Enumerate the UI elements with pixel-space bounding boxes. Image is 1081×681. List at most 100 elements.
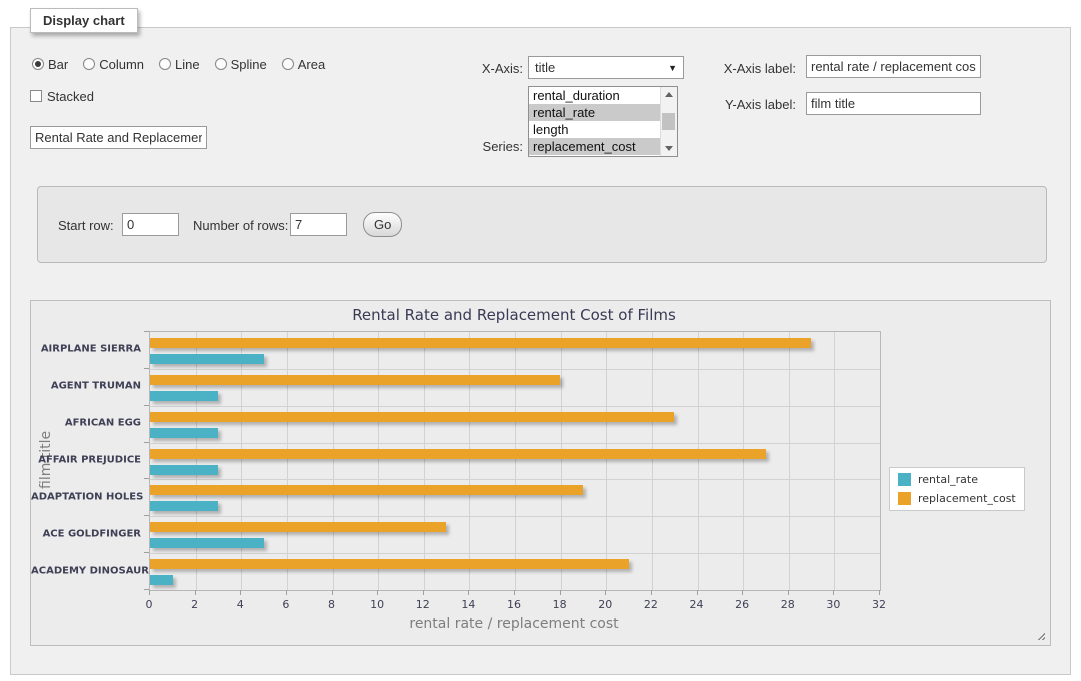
x-tick-label: 14 xyxy=(461,598,475,611)
y-tick-mark xyxy=(144,331,149,332)
vertical-gridline xyxy=(241,332,242,590)
bar-replacement_cost xyxy=(150,449,766,459)
radio-icon[interactable] xyxy=(282,58,294,70)
x-tick-mark xyxy=(149,590,150,595)
chart-type-radio-area[interactable]: Area xyxy=(282,57,325,72)
resize-handle-icon[interactable] xyxy=(1035,630,1045,640)
legend-item-rental_rate: rental_rate xyxy=(898,473,1016,486)
radio-label: Line xyxy=(175,57,200,72)
x-tick-label: 18 xyxy=(553,598,567,611)
vertical-gridline xyxy=(196,332,197,590)
chart-title: Rental Rate and Replacement Cost of Film… xyxy=(149,306,879,324)
radio-icon[interactable] xyxy=(159,58,171,70)
vertical-gridline xyxy=(469,332,470,590)
vertical-gridline xyxy=(652,332,653,590)
bar-rental_rate xyxy=(150,428,218,438)
category-label: ACE GOLDFINGER xyxy=(31,528,141,539)
vertical-gridline xyxy=(698,332,699,590)
bar-rental_rate xyxy=(150,575,173,585)
x-tick-mark xyxy=(468,590,469,595)
bar-rental_rate xyxy=(150,538,264,548)
stacked-option[interactable]: Stacked xyxy=(30,88,94,104)
x-tick-label: 4 xyxy=(237,598,244,611)
chart-type-radio-bar[interactable]: Bar xyxy=(32,57,68,72)
category-label: AFRICAN EGG xyxy=(31,418,141,429)
series-option-rental_rate[interactable]: rental_rate xyxy=(529,104,677,121)
x-tick-label: 2 xyxy=(191,598,198,611)
bar-replacement_cost xyxy=(150,375,560,385)
stacked-label: Stacked xyxy=(47,89,94,104)
scrollbar-thumb[interactable] xyxy=(662,113,675,130)
listbox-scrollbar[interactable] xyxy=(660,87,677,156)
series-option-length[interactable]: length xyxy=(529,121,677,138)
bar-rental_rate xyxy=(150,391,218,401)
bar-replacement_cost xyxy=(150,338,811,348)
x-tick-mark xyxy=(240,590,241,595)
y-tick-mark xyxy=(144,515,149,516)
radio-icon[interactable] xyxy=(32,58,44,70)
x-tick-mark xyxy=(788,590,789,595)
start-row-input[interactable] xyxy=(122,213,179,236)
y-axis-label-input[interactable] xyxy=(806,92,981,115)
vertical-gridline xyxy=(789,332,790,590)
category-label: ACADEMY DINOSAUR xyxy=(31,565,141,576)
x-tick-mark xyxy=(286,590,287,595)
x-tick-mark xyxy=(605,590,606,595)
category-label: ADAPTATION HOLES xyxy=(31,491,141,502)
x-tick-label: 12 xyxy=(416,598,430,611)
horizontal-gridline xyxy=(150,479,880,480)
vertical-gridline xyxy=(515,332,516,590)
x-tick-label: 8 xyxy=(328,598,335,611)
horizontal-gridline xyxy=(150,406,880,407)
chart-legend: rental_rate replacement_cost xyxy=(889,467,1025,511)
legend-label: rental_rate xyxy=(918,473,978,486)
chart-title-input[interactable] xyxy=(30,126,207,149)
x-tick-label: 24 xyxy=(690,598,704,611)
y-axis-label-field-label: Y-Axis label: xyxy=(690,97,796,112)
bar-rental_rate xyxy=(150,465,218,475)
x-tick-mark xyxy=(742,590,743,595)
chevron-down-icon: ▼ xyxy=(668,63,677,73)
radio-icon[interactable] xyxy=(215,58,227,70)
bar-replacement_cost xyxy=(150,522,446,532)
x-axis-label-input[interactable] xyxy=(806,55,981,78)
x-tick-label: 30 xyxy=(826,598,840,611)
stacked-checkbox[interactable] xyxy=(30,90,42,102)
y-tick-mark xyxy=(144,552,149,553)
series-option-replacement_cost[interactable]: replacement_cost xyxy=(529,138,677,155)
series-option-rental_duration[interactable]: rental_duration xyxy=(529,87,677,104)
plot-area xyxy=(149,331,881,591)
x-tick-mark xyxy=(377,590,378,595)
legend-swatch-icon xyxy=(898,492,911,505)
legend-item-replacement_cost: replacement_cost xyxy=(898,492,1016,505)
horizontal-gridline xyxy=(150,516,880,517)
scroll-up-button[interactable] xyxy=(661,87,677,102)
series-options: rental_durationrental_ratelengthreplacem… xyxy=(529,87,677,155)
vertical-gridline xyxy=(287,332,288,590)
radio-label: Area xyxy=(298,57,325,72)
go-button[interactable]: Go xyxy=(363,212,402,237)
scroll-down-button[interactable] xyxy=(661,141,677,156)
x-axis-title: rental rate / replacement cost xyxy=(149,616,879,632)
radio-label: Bar xyxy=(48,57,68,72)
row-range-panel xyxy=(37,186,1047,263)
number-of-rows-input[interactable] xyxy=(290,213,347,236)
vertical-gridline xyxy=(834,332,835,590)
x-tick-mark xyxy=(833,590,834,595)
bar-replacement_cost xyxy=(150,412,674,422)
category-label: AIRPLANE SIERRA xyxy=(31,344,141,355)
x-tick-mark xyxy=(514,590,515,595)
chart-type-radio-line[interactable]: Line xyxy=(159,57,200,72)
vertical-gridline xyxy=(378,332,379,590)
chart-type-radio-spline[interactable]: Spline xyxy=(215,57,267,72)
chart-type-radio-column[interactable]: Column xyxy=(83,57,144,72)
series-listbox[interactable]: rental_durationrental_ratelengthreplacem… xyxy=(528,86,678,157)
x-axis-select[interactable]: title ▼ xyxy=(528,56,684,79)
horizontal-gridline xyxy=(150,369,880,370)
legend-swatch-icon xyxy=(898,473,911,486)
x-axis-select-label: X-Axis: xyxy=(400,61,523,76)
radio-icon[interactable] xyxy=(83,58,95,70)
horizontal-gridline xyxy=(150,443,880,444)
bar-replacement_cost xyxy=(150,559,629,569)
x-tick-mark xyxy=(879,590,880,595)
